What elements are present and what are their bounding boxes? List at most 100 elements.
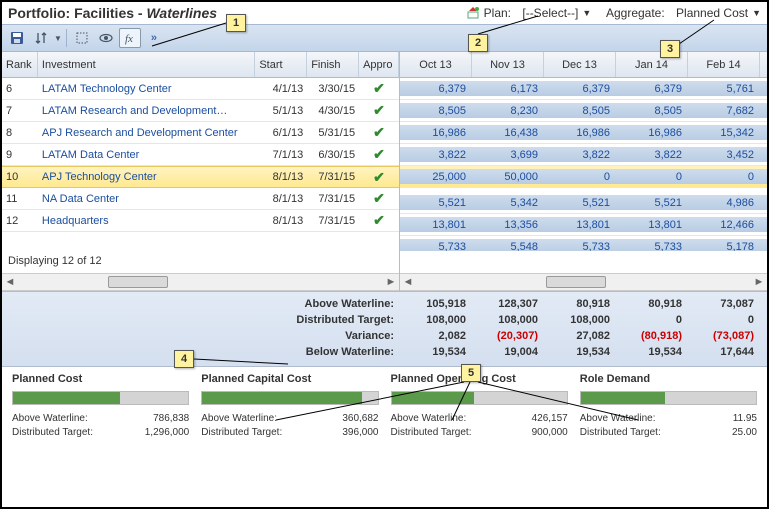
plan-dropdown[interactable]: Plan: [--Select--] ▼ — [484, 6, 592, 20]
select-button[interactable] — [71, 28, 93, 48]
chevron-down-icon: ▼ — [752, 8, 761, 18]
annotation-5: 5 — [461, 364, 481, 382]
chart-bar — [201, 391, 378, 405]
cell-finish: 7/31/15 — [307, 171, 359, 183]
summary-value: 2,082 — [400, 330, 472, 342]
summary-value: (20,307) — [472, 330, 544, 342]
table-row: 5,5215,3425,5215,5214,986 — [400, 192, 767, 214]
expand-button[interactable]: » — [143, 28, 165, 48]
cell-investment[interactable]: LATAM Research and Development… — [38, 105, 255, 117]
annotation-4: 4 — [174, 350, 194, 368]
summary-value: (73,087) — [688, 330, 760, 342]
col-month[interactable]: Nov 13 — [472, 52, 544, 77]
chart-above: Above Waterline:360,682 — [201, 411, 378, 425]
cell-start: 8/1/13 — [255, 215, 307, 227]
cell-rank: 12 — [2, 215, 38, 227]
summary-value: 80,918 — [544, 298, 616, 310]
toolbar: ▼ fx » — [2, 24, 767, 52]
cell-approved: ✔ — [359, 190, 399, 207]
table-row[interactable]: 10APJ Technology Center8/1/137/31/15✔ — [2, 166, 399, 188]
col-month[interactable]: Feb 14 — [688, 52, 760, 77]
annotation-2: 2 — [468, 34, 488, 52]
chart-target: Distributed Target:25.00 — [580, 425, 757, 439]
table-row: 5,7335,5485,7335,7335,178 — [400, 236, 767, 251]
col-approved[interactable]: Appro — [359, 52, 399, 77]
summary-value: 80,918 — [616, 298, 688, 310]
table-row[interactable]: 8APJ Research and Development Center6/1/… — [2, 122, 399, 144]
summary-row: Distributed Target:108,000108,000108,000… — [8, 312, 761, 328]
cell-finish: 4/30/15 — [307, 105, 359, 117]
col-finish[interactable]: Finish — [307, 52, 359, 77]
cell-rank: 6 — [2, 83, 38, 95]
page-title: Portfolio: Facilities - Waterlines — [8, 5, 217, 21]
grid-header-left: Rank Investment Start Finish Appro — [2, 52, 399, 78]
summary-label: Above Waterline: — [8, 298, 400, 310]
cell-finish: 6/30/15 — [307, 149, 359, 161]
metric-chart: Planned Capital Cost Above Waterline:360,… — [195, 373, 384, 439]
summary-value: 19,534 — [544, 346, 616, 358]
chart-title: Role Demand — [580, 373, 757, 385]
cell-investment[interactable]: LATAM Data Center — [38, 149, 255, 161]
table-row[interactable]: 6LATAM Technology Center4/1/133/30/15✔ — [2, 78, 399, 100]
table-row[interactable]: 9LATAM Data Center7/1/136/30/15✔ — [2, 144, 399, 166]
cell-rank: 11 — [2, 193, 38, 205]
formula-button[interactable]: fx — [119, 28, 141, 48]
summary-value: 108,000 — [544, 314, 616, 326]
cell-finish: 3/30/15 — [307, 83, 359, 95]
col-rank[interactable]: Rank — [2, 52, 38, 77]
summary-label: Below Waterline: — [8, 346, 400, 358]
sort-button[interactable] — [30, 28, 52, 48]
plan-icon — [466, 6, 480, 20]
col-month[interactable]: Oct 13 — [400, 52, 472, 77]
summary-value: 128,307 — [472, 298, 544, 310]
chart-above: Above Waterline:426,157 — [391, 411, 568, 425]
table-row[interactable]: 11NA Data Center8/1/137/31/15✔ — [2, 188, 399, 210]
metric-chart: Planned CostAbove Waterline:786,838Distr… — [6, 373, 195, 439]
summary-value: 19,534 — [616, 346, 688, 358]
chart-bar — [580, 391, 757, 405]
chart-target: Distributed Target:396,000 — [201, 425, 378, 439]
cell-start: 5/1/13 — [255, 105, 307, 117]
table-row: 3,8223,6993,8223,8223,452 — [400, 144, 767, 166]
chevron-down-icon: ▼ — [582, 8, 591, 18]
table-row[interactable]: 7LATAM Research and Development…5/1/134/… — [2, 100, 399, 122]
table-row — [2, 232, 399, 251]
save-button[interactable] — [6, 28, 28, 48]
summary-value: 19,534 — [400, 346, 472, 358]
cell-investment[interactable]: LATAM Technology Center — [38, 83, 255, 95]
table-row[interactable]: 12Headquarters8/1/137/31/15✔ — [2, 210, 399, 232]
svg-text:fx: fx — [125, 33, 133, 45]
cell-start: 8/1/13 — [255, 171, 307, 183]
cell-investment[interactable]: Headquarters — [38, 215, 255, 227]
summary-value: 27,082 — [544, 330, 616, 342]
cell-approved: ✔ — [359, 102, 399, 119]
cell-investment[interactable]: APJ Technology Center — [38, 171, 255, 183]
col-start[interactable]: Start — [255, 52, 307, 77]
summary-row: Above Waterline:105,918128,30780,91880,9… — [8, 296, 761, 312]
chart-title: Planned Cost — [12, 373, 189, 385]
chart-title: Planned Capital Cost — [201, 373, 378, 385]
summary-row: Variance:2,082(20,307)27,082(80,918)(73,… — [8, 328, 761, 344]
table-row: 6,3796,1736,3796,3795,761 — [400, 78, 767, 100]
col-month[interactable]: Dec 13 — [544, 52, 616, 77]
summary-value: 17,644 — [688, 346, 760, 358]
cell-finish: 7/31/15 — [307, 193, 359, 205]
summary-value: 108,000 — [472, 314, 544, 326]
right-hscroll[interactable]: ◄ ► — [400, 273, 767, 291]
col-investment[interactable]: Investment — [38, 52, 255, 77]
cell-start: 7/1/13 — [255, 149, 307, 161]
left-hscroll[interactable]: ◄ ► — [2, 273, 399, 291]
aggregate-dropdown[interactable]: Aggregate: Planned Cost ▼ — [606, 6, 761, 20]
summary-band: Above Waterline:105,918128,30780,91880,9… — [2, 292, 767, 367]
metric-chart: Role DemandAbove Waterline:11.95Distribu… — [574, 373, 763, 439]
cell-investment[interactable]: APJ Research and Development Center — [38, 127, 255, 139]
displaying-count: Displaying 12 of 12 — [2, 251, 399, 273]
cell-investment[interactable]: NA Data Center — [38, 193, 255, 205]
chevron-down-icon[interactable]: ▼ — [54, 34, 62, 43]
summary-label: Variance: — [8, 330, 400, 342]
summary-value: 108,000 — [400, 314, 472, 326]
summary-value: 0 — [616, 314, 688, 326]
summary-value: 0 — [688, 314, 760, 326]
eye-button[interactable] — [95, 28, 117, 48]
table-row: 8,5058,2308,5058,5057,682 — [400, 100, 767, 122]
